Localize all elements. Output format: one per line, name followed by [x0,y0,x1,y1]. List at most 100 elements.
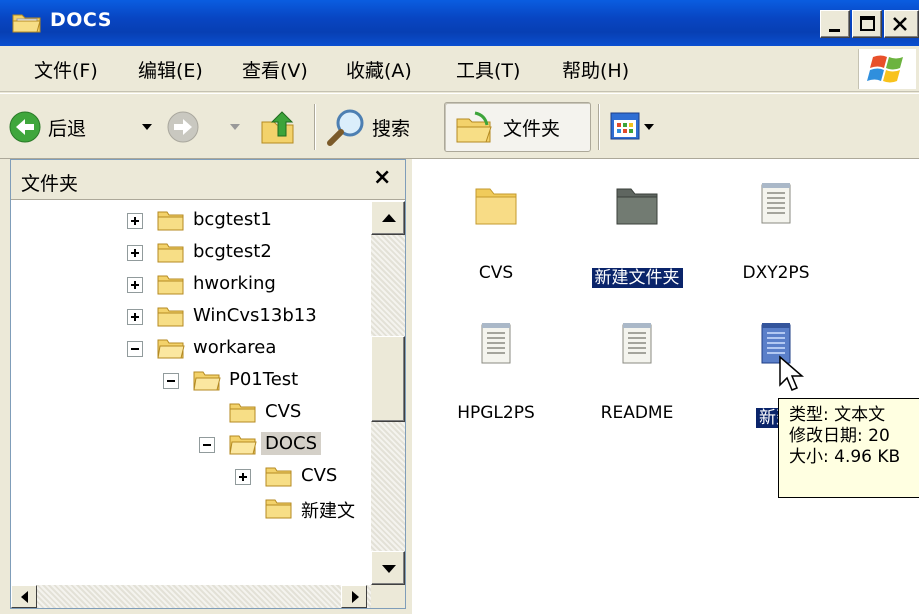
close-icon [893,17,907,31]
expand-plus-icon[interactable] [127,277,143,293]
tree-item[interactable]: DOCS [199,429,371,461]
folder-item[interactable]: 新建文件夹 [567,179,707,289]
scroll-down-button[interactable] [371,551,405,585]
folder-icon [475,188,517,225]
title-bar[interactable]: DOCS [0,0,919,46]
tree-item[interactable]: workarea [127,333,371,365]
up-folder-icon [261,111,294,144]
file-name: HPGL2PS [426,403,566,423]
collapse-minus-icon[interactable] [127,341,143,357]
arrow-right-icon [352,591,359,603]
folders-pane-header: 文件夹 × [11,160,405,200]
file-info-tooltip: 类型: 文本文 修改日期: 20 大小: 4.96 KB [778,398,919,498]
folders-icon [456,111,492,143]
tooltip-modified-label: 修改日期: [789,426,863,446]
file-item[interactable]: HPGL2PS [426,319,566,429]
minimize-button[interactable] [820,10,850,38]
text-file-icon [481,323,511,364]
file-name: README [567,403,707,423]
scroll-up-button[interactable] [371,201,405,235]
menu-edit[interactable]: 编辑(E) [138,56,203,83]
tooltip-modified-value: 20 [868,426,890,446]
file-item[interactable]: DXY2PS [706,179,846,289]
folder-icon [157,211,184,231]
tree-item[interactable]: CVS [199,397,371,429]
tree-item-label: bcgtest2 [193,241,272,262]
horizontal-scrollbar[interactable] [11,585,371,608]
file-name: DXY2PS [706,263,846,283]
folders-pane-title: 文件夹 [21,173,79,195]
folders-button[interactable]: 文件夹 [444,102,591,152]
tree-item[interactable]: bcgtest1 [127,205,371,237]
windows-logo-icon [858,49,916,89]
folder-icon [193,371,221,391]
file-name-text: README [600,403,674,423]
maximize-button[interactable] [852,10,882,38]
search-label: 搜索 [372,118,411,140]
collapse-minus-icon[interactable] [163,373,179,389]
dropdown-arrow-icon[interactable] [142,124,152,132]
expand-plus-icon[interactable] [235,469,251,485]
tooltip-type-value: 文本文 [834,405,886,425]
folder-item[interactable]: CVS [426,179,566,289]
folder-tree: testbcgtest1bcgtest2hworkingWinCvs13b13w… [11,201,371,581]
file-item[interactable]: README [567,319,707,429]
close-button[interactable] [884,10,919,38]
tree-item-label: P01Test [229,369,299,390]
scroll-right-button[interactable] [341,585,367,608]
tree-item[interactable]: WinCvs13b13 [127,301,371,333]
tooltip-size-value: 4.96 KB [834,447,901,467]
tree-item[interactable]: hworking [127,269,371,301]
tree-item-label: hworking [193,273,276,294]
collapse-minus-icon[interactable] [199,437,215,453]
file-name: 新建文件夹 [567,263,707,288]
expand-plus-icon[interactable] [127,213,143,229]
tree-item-label: bcgtest1 [193,209,272,230]
forward-arrow-icon [167,111,199,143]
tree-item-label: WinCvs13b13 [193,305,317,326]
folders-label: 文件夹 [503,118,561,140]
folder-window-icon [12,14,41,33]
minimize-icon [829,29,840,32]
scroll-thumb[interactable] [371,336,405,422]
maximize-icon [860,16,875,31]
expand-plus-icon[interactable] [127,309,143,325]
tree-item[interactable]: P01Test [163,365,371,397]
standard-toolbar: 后退 搜索 文件夹 [0,93,919,159]
scroll-left-button[interactable] [11,585,37,608]
tree-item[interactable]: bcgtest2 [127,237,371,269]
menu-view[interactable]: 查看(V) [242,56,308,83]
menu-tools[interactable]: 工具(T) [456,56,520,83]
back-button[interactable]: 后退 [8,94,158,160]
tree-item-label: CVS [301,465,338,486]
dropdown-arrow-icon[interactable] [644,124,654,132]
expand-plus-icon[interactable] [127,245,143,261]
folder-icon [157,307,184,327]
forward-button[interactable] [166,94,246,160]
toolbar-separator [314,104,316,150]
up-folder-button[interactable] [258,94,304,160]
tree-item[interactable]: CVS [235,461,371,493]
folder-icon [616,188,658,225]
search-button[interactable]: 搜索 [326,94,436,160]
window-title: DOCS [50,9,112,31]
arrow-down-icon [382,565,396,573]
folder-icon [157,339,185,359]
menu-favorites[interactable]: 收藏(A) [346,56,412,83]
vertical-scrollbar[interactable] [371,201,405,585]
dropdown-arrow-icon[interactable] [230,124,240,132]
tree-item[interactable]: 新建文 [235,493,371,525]
views-button[interactable] [608,94,658,160]
close-icon[interactable]: × [373,165,391,190]
folder-icon [157,275,184,295]
file-name: CVS [426,263,566,283]
back-arrow-icon [9,111,41,143]
menu-help[interactable]: 帮助(H) [562,56,629,83]
tree-item-label: 新建文 [301,501,355,522]
folder-icon [265,467,292,487]
menu-file[interactable]: 文件(F) [34,56,98,83]
arrow-left-icon [21,591,28,603]
file-name-text: CVS [478,263,514,283]
back-label: 后退 [48,118,87,140]
arrow-up-icon [382,214,396,222]
